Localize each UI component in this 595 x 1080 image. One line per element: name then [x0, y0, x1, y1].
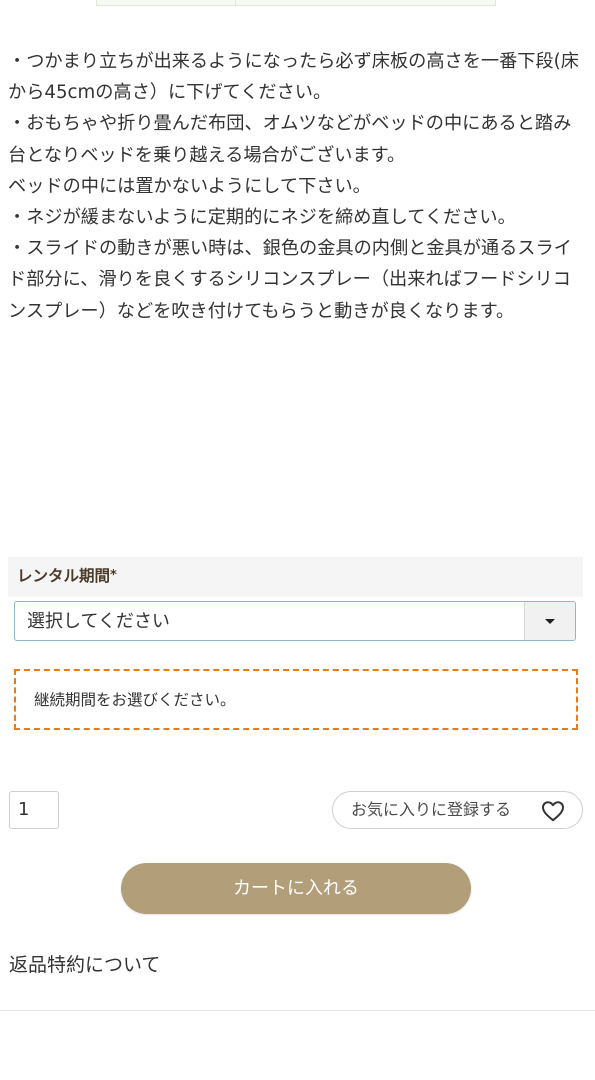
note-line-floor-height: ・つかまり立ちが出来るようになったら必ず床板の高さを一番下段(床から45cmの高…: [8, 51, 579, 104]
rental-period-notice-text: 継続期間をお選びください。: [34, 691, 236, 709]
add-to-cart-button[interactable]: カートに入れる: [121, 863, 471, 914]
required-mark: *: [110, 568, 117, 583]
favorite-button-label[interactable]: お気に入りに登録する: [351, 799, 511, 821]
table-cell-divider: [235, 0, 236, 5]
note-line-toys-and-futons: ・おもちゃや折り畳んだ布団、オムツなどがベッドの中にあると踏み台となりベッドを乗…: [8, 113, 572, 166]
rental-period-notice: 継続期間をお選びください。: [14, 669, 578, 730]
rental-period-header: レンタル期間*: [8, 557, 583, 597]
rental-period-selected-value[interactable]: 選択してください: [27, 610, 170, 634]
quantity-input[interactable]: 1: [9, 791, 59, 829]
heart-icon[interactable]: [541, 800, 565, 822]
note-line-tighten-screws: ・ネジが緩まないように定期的にネジを締め直してください。: [8, 207, 516, 229]
rental-period-label: レンタル期間*: [17, 565, 117, 587]
top-table-fragment: [96, 0, 496, 6]
add-to-cart-label[interactable]: カートに入れる: [121, 876, 471, 901]
rental-period-label-text: レンタル期間: [17, 567, 111, 585]
note-line-keep-out-of-bed: ベッドの中には置かないようにして下さい。: [8, 175, 371, 197]
rental-period-dropdown-button[interactable]: [524, 602, 575, 640]
note-line-slide-maintenance: ・スライドの動きが悪い時は、銀色の金具の内側と金具が通るスライド部分に、滑りを良…: [8, 238, 572, 322]
chevron-down-icon: [545, 619, 555, 624]
favorite-button[interactable]: お気に入りに登録する: [332, 791, 583, 829]
bottom-divider: [0, 1010, 595, 1011]
rental-period-select[interactable]: 選択してください: [14, 601, 576, 641]
product-notes: ・つかまり立ちが出来るようになったら必ず床板の高さを一番下段(床から45cmの高…: [8, 46, 586, 327]
return-policy-link[interactable]: 返品特約について: [9, 952, 160, 978]
